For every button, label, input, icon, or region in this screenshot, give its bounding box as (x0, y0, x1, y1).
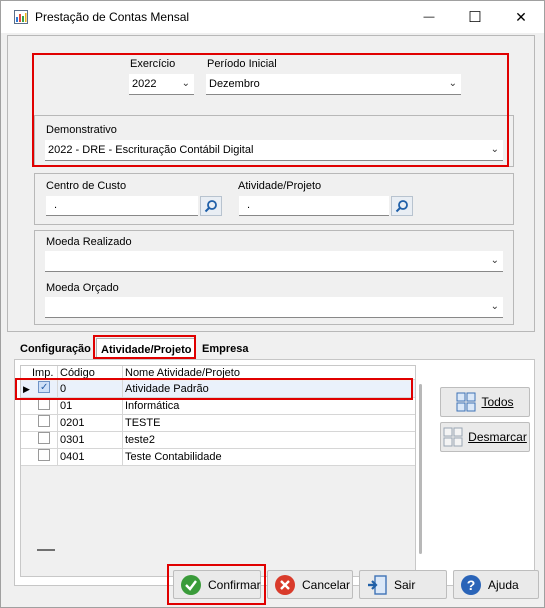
table-row[interactable]: 0301 teste2 (21, 432, 415, 449)
row-codigo: 0201 (60, 417, 85, 429)
periodo-value: Dezembro (209, 78, 260, 90)
app-report-icon (14, 10, 28, 24)
atividade-projeto-search-button[interactable] (391, 196, 413, 216)
chevron-down-icon: ⌄ (490, 144, 499, 155)
row-checkbox[interactable] (38, 449, 50, 461)
svg-text:?: ? (467, 577, 476, 593)
check-circle-icon (180, 574, 202, 596)
cancel-circle-icon (274, 574, 296, 596)
maximize-button[interactable]: ☐ (452, 1, 498, 33)
row-codigo: 01 (60, 400, 73, 412)
moeda-realizado-select[interactable]: ⌄ (45, 251, 503, 272)
column-divider (122, 366, 123, 466)
centro-custo-search-button[interactable] (200, 196, 222, 216)
moeda-orcado-select[interactable]: ⌄ (45, 297, 503, 318)
exit-door-icon (366, 574, 388, 596)
chevron-down-icon: ⌄ (181, 78, 190, 89)
exercicio-label: Exercício (130, 58, 176, 70)
col-imp-header[interactable]: Imp. (32, 366, 53, 380)
moeda-orcado-label: Moeda Orçado (46, 282, 119, 294)
minimize-icon: — (423, 11, 435, 23)
periodo-select[interactable]: Dezembro ⌄ (206, 74, 461, 95)
close-icon: ✕ (515, 8, 527, 25)
vertical-scrollbar[interactable] (419, 384, 422, 554)
desmarcar-label: Desmarcar (468, 430, 527, 444)
title-bar: Prestação de Contas Mensal — ☐ ✕ (1, 1, 544, 33)
close-button[interactable]: ✕ (498, 1, 544, 33)
table-row[interactable]: 0401 Teste Contabilidade (21, 449, 415, 466)
col-codigo-header[interactable]: Código (60, 366, 95, 380)
row-codigo: 0 (60, 383, 67, 395)
ajuda-label: Ajuda (488, 577, 519, 592)
exercicio-select[interactable]: 2022 ⌄ (129, 74, 194, 95)
help-circle-icon: ? (460, 574, 482, 596)
table-row[interactable]: 01 Informática (21, 398, 415, 415)
tab-empresa[interactable]: Empresa (198, 338, 252, 360)
search-icon (395, 200, 408, 213)
chevron-down-icon: ⌄ (448, 78, 457, 89)
confirmar-button[interactable]: Confirmar (173, 570, 261, 599)
demonstrativo-select[interactable]: 2022 - DRE - Escrituração Contábil Digit… (45, 140, 503, 161)
row-nome: TESTE (125, 417, 161, 429)
select-all-icon (456, 392, 476, 412)
demonstrativo-value: 2022 - DRE - Escrituração Contábil Digit… (48, 144, 254, 156)
demonstrativo-label: Demonstrativo (46, 124, 117, 136)
todos-button[interactable]: Todos (440, 387, 530, 417)
row-codigo: 0401 (60, 451, 85, 463)
client-area: Exercício 2022 ⌄ Período Inicial Dezembr… (2, 33, 543, 607)
row-nome: Atividade Padrão (125, 383, 209, 395)
deselect-all-icon (443, 427, 463, 447)
chevron-down-icon: ⌄ (490, 255, 499, 266)
desmarcar-button[interactable]: Desmarcar (440, 422, 530, 452)
todos-label: Todos (481, 395, 514, 409)
row-checkbox[interactable] (38, 398, 50, 410)
col-nome-header[interactable]: Nome Atividade/Projeto (125, 366, 240, 380)
minimize-button[interactable]: — (406, 1, 452, 33)
cancelar-button[interactable]: Cancelar (267, 570, 353, 599)
maximize-icon: ☐ (468, 9, 482, 26)
row-codigo: 0301 (60, 434, 85, 446)
grid-header: Imp. Código Nome Atividade/Projeto (21, 366, 415, 380)
centro-custo-input[interactable]: . (46, 196, 198, 216)
atividade-grid: Imp. Código Nome Atividade/Projeto ▶ ✓ 0… (20, 365, 416, 577)
table-row[interactable]: ▶ ✓ 0 Atividade Padrão (21, 381, 415, 398)
column-divider (57, 366, 58, 466)
table-row[interactable]: 0201 TESTE (21, 415, 415, 432)
chevron-down-icon: ⌄ (490, 301, 499, 312)
row-checkbox[interactable] (38, 415, 50, 427)
search-icon (204, 200, 217, 213)
periodo-label: Período Inicial (207, 58, 277, 70)
atividade-projeto-input[interactable]: . (239, 196, 389, 216)
atividade-tab-panel: Imp. Código Nome Atividade/Projeto ▶ ✓ 0… (14, 359, 535, 586)
row-nome: Teste Contabilidade (125, 451, 222, 463)
dialog-window: Prestação de Contas Mensal — ☐ ✕ Exercíc… (0, 0, 545, 608)
tab-atividade-projeto[interactable]: Atividade/Projeto (96, 338, 197, 360)
row-checkbox[interactable] (38, 432, 50, 444)
sair-label: Sair (394, 577, 416, 592)
tab-configuracao[interactable]: Configuração (16, 338, 95, 360)
confirmar-label: Confirmar (208, 577, 261, 592)
centro-custo-label: Centro de Custo (46, 180, 127, 192)
cancelar-label: Cancelar (302, 577, 351, 592)
moeda-realizado-label: Moeda Realizado (46, 236, 132, 248)
row-nome: Informática (125, 400, 180, 412)
ajuda-button[interactable]: ? Ajuda (453, 570, 539, 599)
sair-button[interactable]: Sair (359, 570, 447, 599)
atividade-projeto-label: Atividade/Projeto (238, 180, 322, 192)
row-nome: teste2 (125, 434, 155, 446)
row-indicator-icon: ▶ (23, 384, 30, 394)
exercicio-value: 2022 (132, 78, 157, 90)
horizontal-scroll-thumb[interactable] (37, 549, 55, 551)
checkmark-icon: ✓ (40, 382, 49, 393)
window-title: Prestação de Contas Mensal (35, 10, 190, 24)
